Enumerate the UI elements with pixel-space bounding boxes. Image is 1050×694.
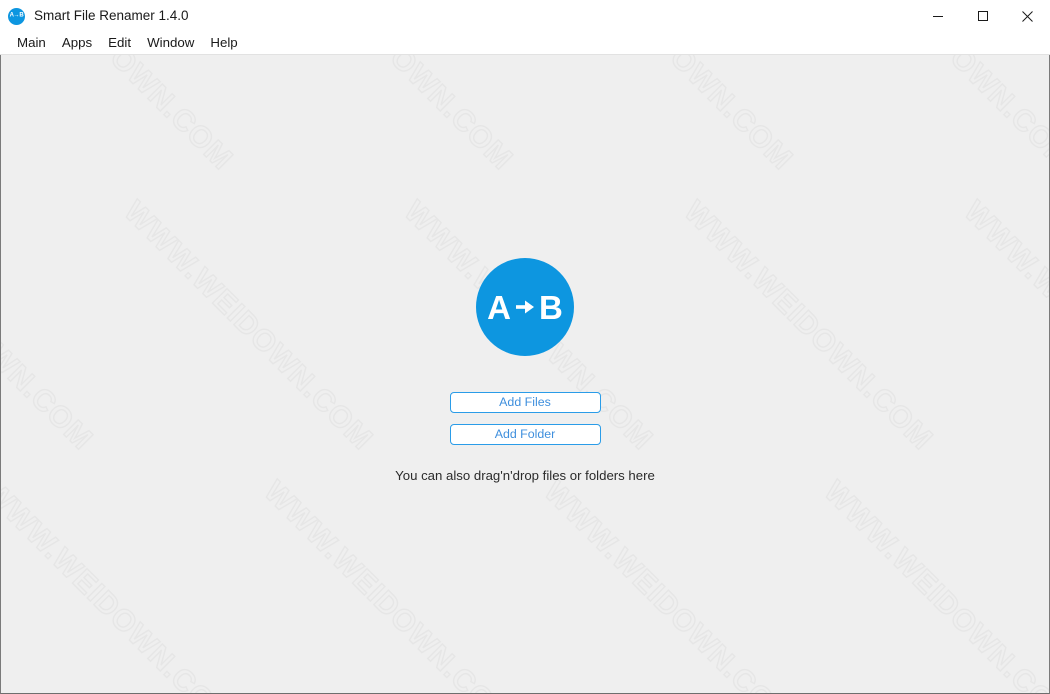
menu-item-window[interactable]: Window — [139, 36, 202, 50]
menu-item-apps[interactable]: Apps — [54, 36, 100, 50]
app-logo-large-icon: A B — [476, 258, 574, 356]
menu-item-help[interactable]: Help — [202, 36, 245, 50]
main-drop-area[interactable]: WWW.WEIDOWN.COM WWW.WEIDOWN.COM WWW.WEIDOW… — [0, 55, 1050, 694]
add-folder-button[interactable]: Add Folder — [449, 424, 601, 445]
menu-bar: Main Apps Edit Window Help — [0, 32, 1050, 55]
title-bar: A→B Smart File Renamer 1.4.0 — [0, 0, 1050, 32]
minimize-button[interactable] — [915, 0, 960, 32]
close-icon — [1022, 10, 1033, 22]
menu-item-edit[interactable]: Edit — [100, 36, 139, 50]
app-icon-label: A→B — [9, 12, 24, 19]
logo-mark: A B — [487, 291, 563, 324]
window-controls — [915, 0, 1050, 32]
add-files-button[interactable]: Add Files — [449, 392, 601, 413]
app-logo-ab-icon: A→B — [8, 7, 25, 25]
menu-item-main[interactable]: Main — [9, 36, 54, 50]
empty-state-content: A B Add Files Add Folder You can also dr… — [1, 55, 1049, 693]
window-title: Smart File Renamer 1.4.0 — [34, 8, 189, 24]
minimize-icon — [932, 16, 943, 17]
logo-letter-b: B — [539, 288, 563, 326]
logo-letter-a: A — [487, 288, 511, 326]
arrow-right-icon — [516, 300, 534, 314]
application-window: A→B Smart File Renamer 1.4.0 Main Apps E… — [0, 0, 1050, 694]
maximize-button[interactable] — [960, 0, 1005, 32]
close-button[interactable] — [1005, 0, 1050, 32]
drag-drop-hint: You can also drag'n'drop files or folder… — [395, 468, 655, 483]
title-bar-left: A→B Smart File Renamer 1.4.0 — [0, 7, 915, 25]
maximize-icon — [977, 11, 988, 21]
